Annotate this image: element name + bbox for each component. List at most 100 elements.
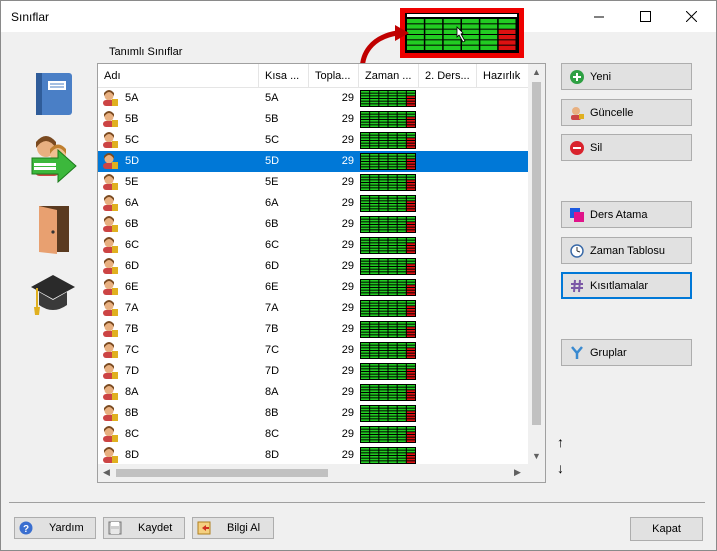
class-user-icon xyxy=(102,111,119,132)
class-total-cell: 29 xyxy=(341,323,354,335)
class-name-cell: 7D xyxy=(125,365,140,377)
clock-icon xyxy=(570,243,584,258)
timetable-cell xyxy=(360,321,416,342)
class-total-cell: 29 xyxy=(341,449,354,461)
scroll-right-icon[interactable]: ▶ xyxy=(514,467,521,478)
import-icon xyxy=(197,521,211,535)
table-row[interactable]: 8D 8D 29 xyxy=(98,445,528,466)
close-icon xyxy=(685,11,697,22)
class-short-cell: 7C xyxy=(265,344,280,356)
grid-header: Adı Kısa ... Topla... Zaman ... 2. Ders.… xyxy=(98,64,528,88)
table-row[interactable]: 7A 7A 29 xyxy=(98,298,528,319)
table-row[interactable]: 7D 7D 29 xyxy=(98,361,528,382)
class-name-cell: 5C xyxy=(125,134,140,146)
class-name-cell: 5B xyxy=(125,113,139,125)
plus-icon xyxy=(570,69,584,84)
table-row[interactable]: 6D 6D 29 xyxy=(98,256,528,277)
timetable-button[interactable]: Zaman Tablosu xyxy=(561,237,692,264)
book-icon[interactable] xyxy=(34,71,74,117)
class-user-icon xyxy=(102,363,119,384)
timetable-cell xyxy=(360,279,416,300)
table-row[interactable]: 5D 5D 29 xyxy=(98,151,528,172)
update-button[interactable]: Güncelle xyxy=(561,99,692,126)
delete-button[interactable]: Sil xyxy=(561,134,692,161)
class-total-cell: 29 xyxy=(341,134,354,146)
move-up-button[interactable]: ↑ xyxy=(557,434,564,450)
class-name-cell: 8A xyxy=(125,386,139,398)
class-total-cell: 29 xyxy=(341,176,354,188)
column-name-header[interactable]: Adı xyxy=(98,64,259,88)
get-info-button-label: Bilgi Al xyxy=(227,522,261,534)
scroll-down-icon[interactable]: ▼ xyxy=(532,451,541,461)
class-user-icon xyxy=(102,384,119,405)
close-dialog-button[interactable]: Kapat xyxy=(630,517,703,541)
class-total-cell: 29 xyxy=(341,239,354,251)
teachers-arrow-icon[interactable] xyxy=(28,136,80,186)
constraints-button[interactable]: Kısıtlamalar xyxy=(561,272,692,299)
timetable-button-label: Zaman Tablosu xyxy=(590,244,666,257)
table-row[interactable]: 5C 5C 29 xyxy=(98,130,528,151)
help-button-label: Yardım xyxy=(49,522,84,534)
timetable-cell xyxy=(360,237,416,258)
table-row[interactable]: 5B 5B 29 xyxy=(98,109,528,130)
graduation-cap-icon[interactable] xyxy=(29,273,77,317)
save-icon xyxy=(108,521,122,535)
lesson-assign-button[interactable]: Ders Atama xyxy=(561,201,692,228)
timetable-cell xyxy=(360,384,416,405)
timetable-mini-icon xyxy=(360,384,416,401)
class-short-cell: 8B xyxy=(265,407,279,419)
table-row[interactable]: 6A 6A 29 xyxy=(98,193,528,214)
help-button[interactable]: ? Yardım xyxy=(14,517,96,539)
timetable-cell xyxy=(360,132,416,153)
column-short-header[interactable]: Kısa ... xyxy=(259,64,309,88)
door-icon[interactable] xyxy=(35,204,73,254)
class-name-cell: 5E xyxy=(125,176,139,188)
class-user-icon xyxy=(102,90,119,111)
vertical-scrollbar[interactable]: ▲ ▼ xyxy=(528,64,545,464)
table-row[interactable]: 6E 6E 29 xyxy=(98,277,528,298)
maximize-button[interactable] xyxy=(622,1,668,32)
table-row[interactable]: 6B 6B 29 xyxy=(98,214,528,235)
class-total-cell: 29 xyxy=(341,407,354,419)
column-total-header[interactable]: Topla... xyxy=(309,64,359,88)
timetable-mini-icon xyxy=(360,174,416,191)
timetable-mini-icon xyxy=(360,300,416,317)
table-row[interactable]: 6C 6C 29 xyxy=(98,235,528,256)
new-button[interactable]: Yeni xyxy=(561,63,692,90)
maximize-icon xyxy=(639,11,651,22)
horizontal-scroll-thumb[interactable] xyxy=(116,469,328,477)
timetable-cell xyxy=(360,342,416,363)
column-timetable-header[interactable]: Zaman ... xyxy=(359,64,419,88)
get-info-button[interactable]: Bilgi Al xyxy=(192,517,274,539)
minimize-button[interactable] xyxy=(576,1,622,32)
scroll-left-icon[interactable]: ◀ xyxy=(103,467,110,478)
table-row[interactable]: 8C 8C 29 xyxy=(98,424,528,445)
table-row[interactable]: 5A 5A 29 xyxy=(98,88,528,109)
table-row[interactable]: 8B 8B 29 xyxy=(98,403,528,424)
groups-button[interactable]: Gruplar xyxy=(561,339,692,366)
horizontal-scrollbar[interactable]: ◀ ▶ xyxy=(98,464,528,482)
bottom-separator xyxy=(9,502,705,503)
class-name-cell: 7A xyxy=(125,302,139,314)
timetable-cell xyxy=(360,426,416,447)
class-total-cell: 29 xyxy=(341,218,354,230)
vertical-scroll-thumb[interactable] xyxy=(532,82,541,425)
scroll-up-icon[interactable]: ▲ xyxy=(532,67,541,77)
lesson-assign-button-label: Ders Atama xyxy=(590,208,648,221)
table-row[interactable]: 7B 7B 29 xyxy=(98,319,528,340)
column-second-lesson-header[interactable]: 2. Ders... xyxy=(419,64,477,88)
class-short-cell: 8C xyxy=(265,428,280,440)
classes-grid[interactable]: Adı Kısa ... Topla... Zaman ... 2. Ders.… xyxy=(97,63,546,483)
groups-button-label: Gruplar xyxy=(590,346,627,359)
table-row[interactable]: 8A 8A 29 xyxy=(98,382,528,403)
column-prep-header[interactable]: Hazırlık xyxy=(477,64,528,88)
timetable-mini-icon xyxy=(360,132,416,149)
class-short-cell: 6D xyxy=(265,260,280,272)
save-button[interactable]: Kaydet xyxy=(103,517,185,539)
table-row[interactable]: 7C 7C 29 xyxy=(98,340,528,361)
close-button[interactable] xyxy=(668,1,714,32)
class-name-cell: 8C xyxy=(125,428,140,440)
move-down-button[interactable]: ↓ xyxy=(557,460,564,476)
class-name-cell: 8B xyxy=(125,407,139,419)
table-row[interactable]: 5E 5E 29 xyxy=(98,172,528,193)
